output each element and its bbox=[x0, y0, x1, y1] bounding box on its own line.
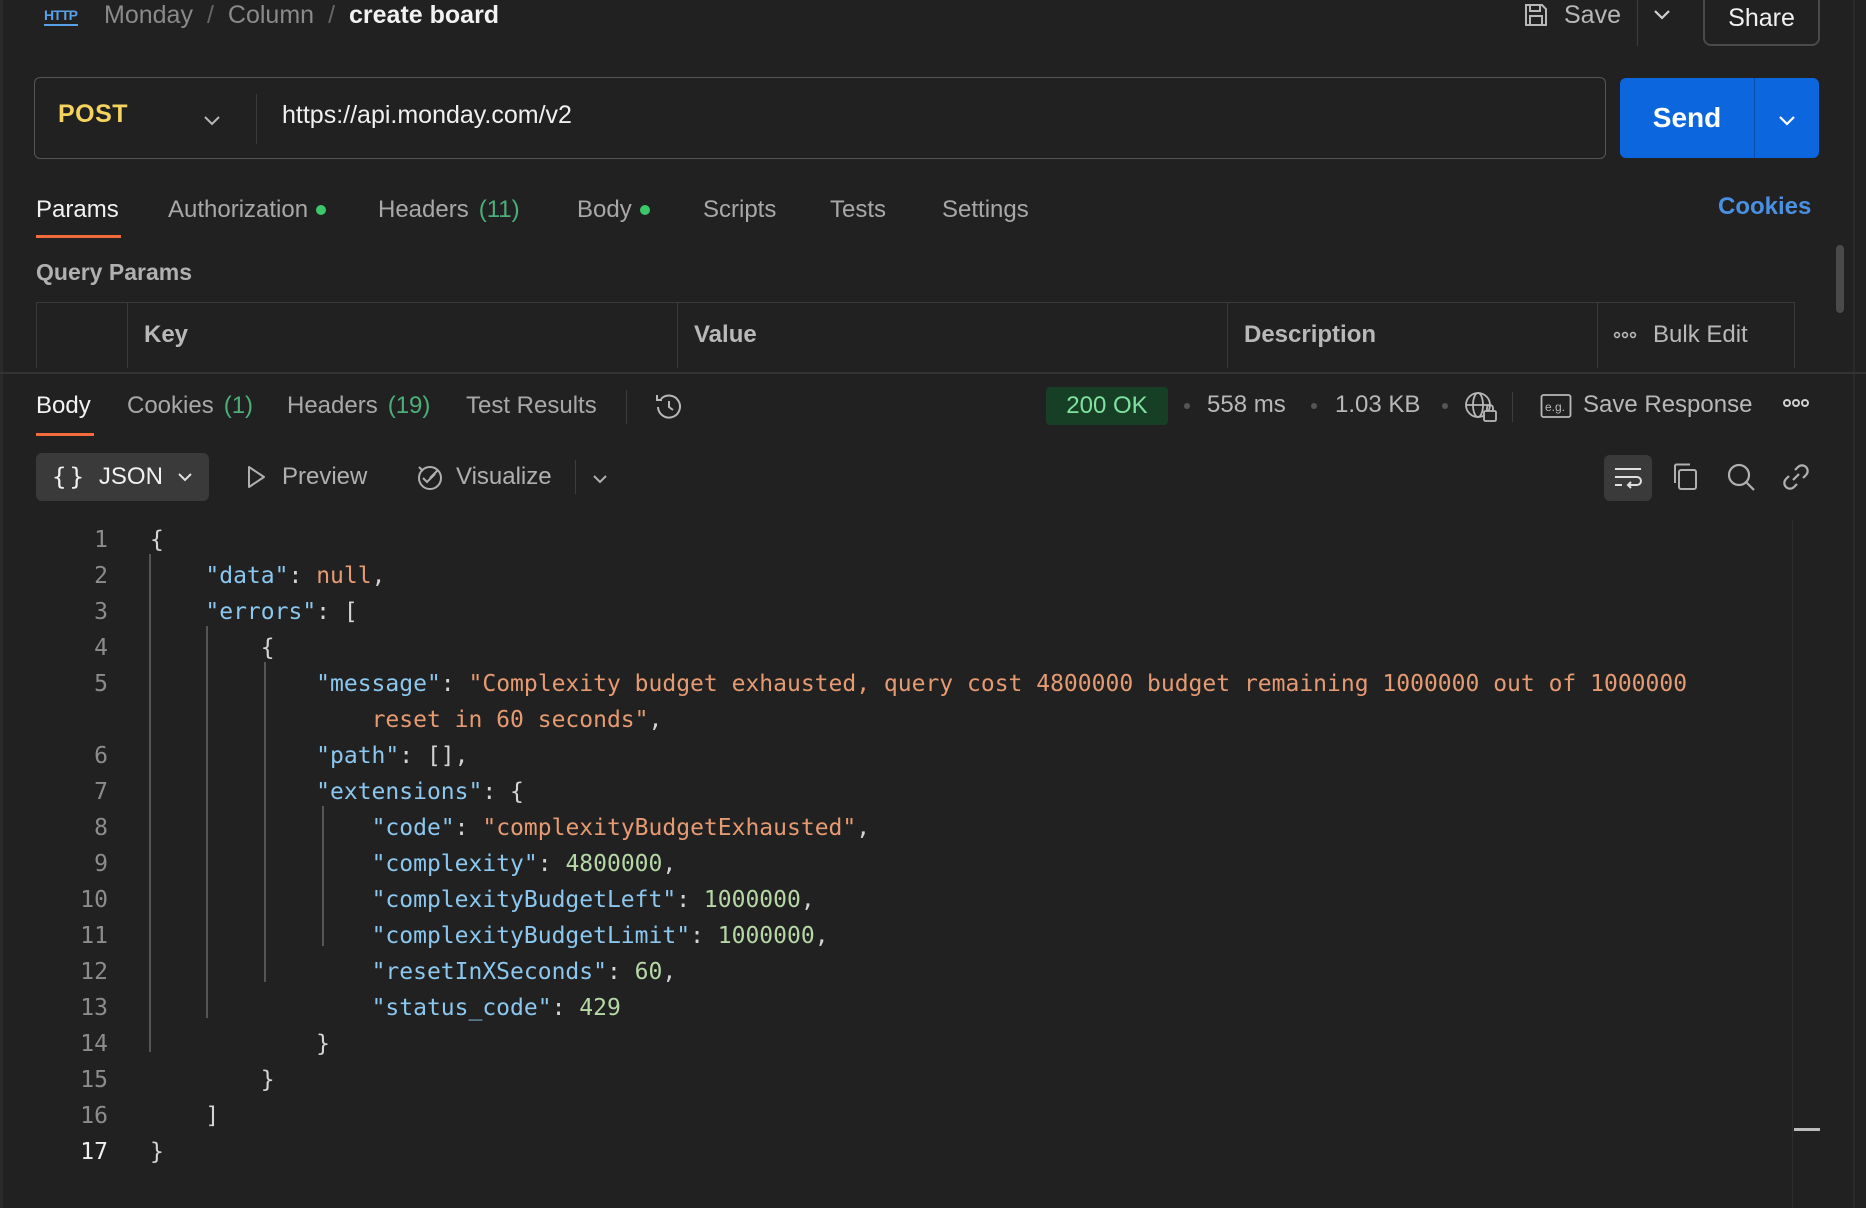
column-header-value: Value bbox=[677, 302, 1227, 368]
json-braces-icon: {} bbox=[52, 463, 87, 491]
method-chevron-down-icon[interactable] bbox=[200, 108, 224, 132]
editor-scroll-marker[interactable] bbox=[1794, 1128, 1820, 1131]
tab-response-body[interactable]: Body bbox=[36, 392, 127, 420]
bulk-edit-button[interactable]: Bulk Edit bbox=[1613, 302, 1748, 368]
response-time[interactable]: 558 ms bbox=[1207, 391, 1286, 419]
wrap-lines-icon bbox=[1615, 468, 1642, 489]
format-select[interactable]: {} JSON bbox=[36, 453, 209, 501]
history-icon[interactable] bbox=[652, 390, 686, 424]
editor-scrollbar-track bbox=[1792, 520, 1793, 1208]
meta-separator bbox=[1184, 403, 1190, 409]
play-icon bbox=[248, 466, 265, 488]
preview-button[interactable]: Preview bbox=[244, 463, 367, 491]
response-tabs: Body Cookies (1) Headers (19) Test Results bbox=[36, 388, 597, 424]
active-tab-indicator bbox=[36, 433, 94, 436]
status-dot bbox=[639, 205, 650, 215]
tab-tests[interactable]: Tests bbox=[830, 196, 942, 224]
tab-settings[interactable]: Settings bbox=[942, 196, 1029, 224]
breadcrumb: Monday / Column / create board bbox=[104, 0, 499, 30]
pane-splitter[interactable] bbox=[0, 372, 1866, 374]
cookies-link[interactable]: Cookies bbox=[1718, 193, 1811, 221]
more-options-icon[interactable] bbox=[1782, 398, 1810, 408]
tab-headers[interactable]: Headers (11) bbox=[378, 196, 577, 224]
active-tab-indicator bbox=[36, 235, 121, 238]
example-icon: e.g. bbox=[1540, 393, 1572, 421]
tab-authorization[interactable]: Authorization bbox=[168, 196, 378, 224]
save-response-button[interactable]: Save Response bbox=[1583, 391, 1752, 419]
svg-text:HTTP: HTTP bbox=[44, 7, 78, 23]
copy-icon[interactable] bbox=[1670, 461, 1700, 493]
tab-response-cookies[interactable]: Cookies (1) bbox=[127, 392, 287, 420]
column-header-description: Description bbox=[1227, 302, 1597, 368]
request-url-bar bbox=[34, 77, 1606, 159]
status-badge[interactable]: 200 OK bbox=[1046, 387, 1168, 425]
tab-scripts[interactable]: Scripts bbox=[703, 196, 830, 224]
save-label: Save bbox=[1564, 0, 1621, 29]
request-tabs: Params Authorization Headers (11) Body Sc… bbox=[36, 190, 1029, 230]
breadcrumb-item-request[interactable]: create board bbox=[349, 1, 499, 30]
meta-separator bbox=[1311, 403, 1317, 409]
visualize-button[interactable]: Visualize bbox=[414, 461, 552, 493]
tabs-divider bbox=[626, 390, 627, 424]
visualize-divider bbox=[575, 460, 576, 494]
network-globe-icon[interactable] bbox=[1463, 390, 1499, 424]
send-options-chevron-icon[interactable] bbox=[1775, 108, 1799, 132]
save-options-chevron-icon[interactable] bbox=[1650, 2, 1674, 26]
more-options-icon bbox=[1613, 331, 1637, 339]
http-icon: HTTP bbox=[42, 0, 82, 30]
visualize-icon bbox=[418, 466, 442, 490]
meta-divider bbox=[1512, 392, 1513, 422]
save-icon bbox=[1525, 4, 1547, 26]
meta-separator bbox=[1442, 403, 1448, 409]
breadcrumb-separator: / bbox=[206, 0, 214, 29]
share-button[interactable]: Share bbox=[1703, 0, 1820, 46]
breadcrumb-item-collection[interactable]: Monday bbox=[104, 1, 193, 30]
chevron-down-icon bbox=[178, 473, 192, 482]
save-divider bbox=[1637, 0, 1638, 46]
breadcrumb-separator: / bbox=[328, 0, 336, 29]
tab-response-headers[interactable]: Headers (19) bbox=[287, 392, 466, 420]
search-icon[interactable] bbox=[1725, 461, 1757, 493]
window-right-edge bbox=[1853, 0, 1855, 1208]
save-button[interactable]: Save bbox=[1522, 0, 1621, 30]
url-input[interactable]: https://api.monday.com/v2 bbox=[282, 101, 572, 130]
tab-body[interactable]: Body bbox=[577, 196, 703, 224]
wrap-lines-button[interactable] bbox=[1604, 455, 1652, 501]
visualize-chevron-down-icon[interactable] bbox=[590, 469, 610, 489]
url-divider bbox=[256, 94, 257, 144]
breadcrumb-item-folder[interactable]: Column bbox=[228, 1, 314, 30]
request-scrollbar[interactable] bbox=[1836, 245, 1844, 313]
send-button[interactable]: Send bbox=[1620, 78, 1754, 158]
tab-test-results[interactable]: Test Results bbox=[466, 392, 597, 420]
response-size[interactable]: 1.03 KB bbox=[1335, 391, 1420, 419]
column-header-key: Key bbox=[127, 302, 677, 368]
method-select[interactable]: POST bbox=[58, 100, 128, 129]
tab-params[interactable]: Params bbox=[36, 196, 168, 224]
svg-text:e.g.: e.g. bbox=[1545, 400, 1565, 414]
query-params-title: Query Params bbox=[36, 259, 192, 285]
link-icon[interactable] bbox=[1780, 461, 1812, 493]
status-dot bbox=[316, 205, 327, 215]
send-divider bbox=[1754, 78, 1755, 158]
